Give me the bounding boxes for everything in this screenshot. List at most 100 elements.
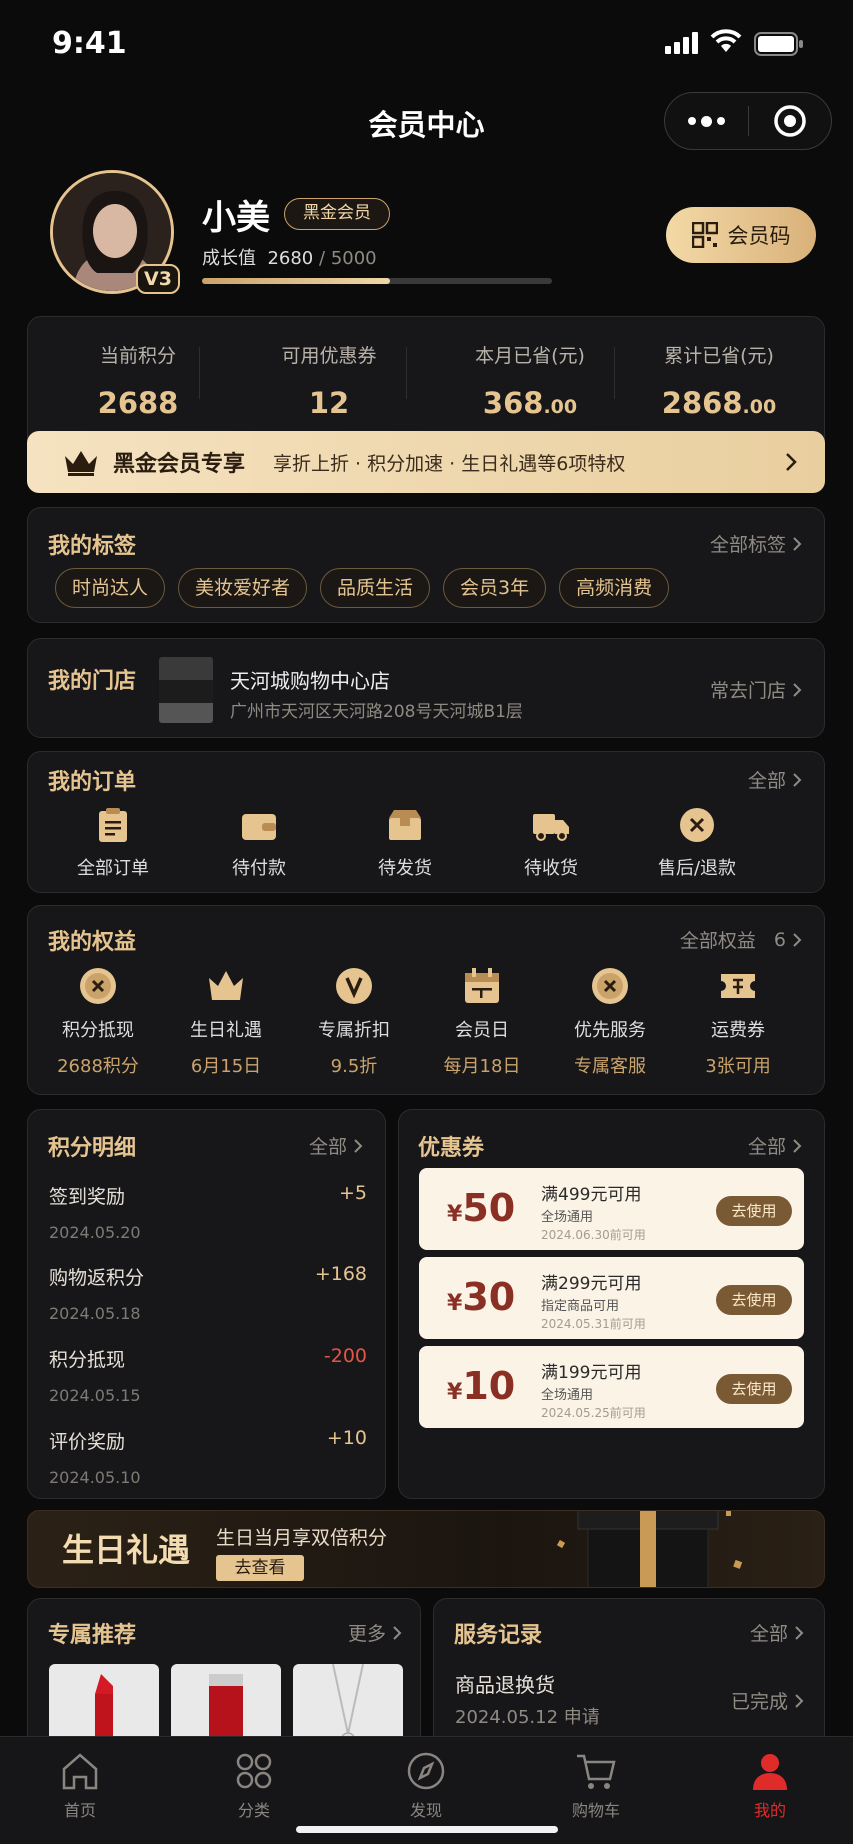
tab-mine[interactable]: 我的 bbox=[710, 1751, 830, 1821]
orders-card: 我的订单 全部 全部订单 待付款 待发货 待收货 售后/退款 bbox=[27, 751, 825, 893]
status-time: 9:41 bbox=[52, 26, 127, 61]
store-card[interactable]: 我的门店 天河城购物中心店 广州市天河区天河路208号天河城B1层 常去门店 bbox=[27, 638, 825, 738]
crown-icon bbox=[65, 451, 97, 476]
recommend-card: 专属推荐 更多 bbox=[27, 1598, 421, 1764]
right-discount[interactable]: 专属折扣 9.5折 bbox=[284, 966, 424, 1078]
right-shipping-coupon[interactable]: 运费券 3张可用 bbox=[668, 966, 808, 1078]
vip-privilege-strip[interactable]: 黑金会员专享 享折上折 · 积分加速 · 生日礼遇等6项特权 bbox=[27, 431, 825, 493]
chevron-right-icon bbox=[793, 772, 802, 787]
use-coupon-button[interactable]: 去使用 bbox=[716, 1374, 792, 1404]
vip-badge-icon bbox=[336, 968, 372, 1004]
tag-chip[interactable]: 时尚达人 bbox=[55, 568, 166, 608]
order-to-receive[interactable]: 待收货 bbox=[481, 806, 621, 880]
use-coupon-button[interactable]: 去使用 bbox=[716, 1285, 792, 1315]
order-to-ship[interactable]: 待发货 bbox=[335, 806, 475, 880]
birthday-title: 生日礼遇 bbox=[62, 1531, 191, 1569]
tag-chip[interactable]: 高频消费 bbox=[559, 568, 670, 608]
tab-cart[interactable]: 购物车 bbox=[536, 1751, 656, 1821]
service-item-title: 商品退换货 bbox=[455, 1673, 555, 1697]
stat-total-saved[interactable]: 累计已省(元) 2868.00 bbox=[624, 341, 814, 420]
frequent-store-link[interactable]: 常去门店 bbox=[710, 676, 802, 703]
right-points-cash[interactable]: 积分抵现 2688积分 bbox=[28, 966, 168, 1078]
tab-discover[interactable]: 发现 bbox=[366, 1751, 486, 1821]
stat-points[interactable]: 当前积分 2688 bbox=[43, 341, 233, 420]
chevron-right-icon bbox=[793, 1138, 802, 1153]
points-title: 积分明细 bbox=[48, 1136, 137, 1161]
all-service-link[interactable]: 全部 bbox=[750, 1619, 804, 1646]
tag-chip[interactable]: 品质生活 bbox=[320, 568, 431, 608]
points-row[interactable]: 签到奖励 2024.05.20 +5 bbox=[49, 1182, 367, 1242]
service-icon bbox=[592, 968, 628, 1004]
category-icon bbox=[236, 1753, 272, 1789]
level-badge: V3 bbox=[136, 264, 180, 294]
chevron-right-icon bbox=[793, 682, 802, 697]
order-unpaid[interactable]: 待付款 bbox=[189, 806, 329, 880]
service-title: 服务记录 bbox=[454, 1623, 543, 1648]
points-row[interactable]: 购物返积分 2024.05.18 +168 bbox=[49, 1263, 367, 1323]
birthday-desc: 生日当月享双倍积分 bbox=[216, 1527, 388, 1549]
tag-chip[interactable]: 美妆爱好者 bbox=[178, 568, 308, 608]
tab-category[interactable]: 分类 bbox=[194, 1751, 314, 1821]
box-icon bbox=[389, 810, 421, 840]
chevron-right-icon bbox=[354, 1138, 363, 1153]
all-orders-link[interactable]: 全部 bbox=[748, 766, 802, 793]
qrcode-icon bbox=[691, 222, 718, 248]
signal-icon bbox=[665, 32, 698, 54]
crown-icon bbox=[209, 971, 243, 1000]
growth-text: 成长值 2680 / 5000 bbox=[202, 248, 377, 269]
gift-box-icon bbox=[556, 1511, 743, 1587]
user-icon bbox=[753, 1754, 787, 1790]
all-rights-link[interactable]: 全部权益 6 bbox=[680, 926, 802, 953]
member-code-button[interactable]: 会员码 bbox=[666, 207, 816, 263]
refund-icon bbox=[680, 808, 714, 842]
rights-card: 我的权益 全部权益 6 积分抵现 2688积分 生日礼遇 6月15日 专属折扣 … bbox=[27, 905, 825, 1095]
right-priority-service[interactable]: 优先服务 专属客服 bbox=[540, 966, 680, 1078]
use-coupon-button[interactable]: 去使用 bbox=[716, 1196, 792, 1226]
coupons-card: 优惠券 全部 ¥50 满499元可用 全场通用 2024.06.30前可用 去使… bbox=[398, 1109, 825, 1499]
user-name: 小美 bbox=[202, 198, 270, 238]
birthday-view-button[interactable]: 去查看 bbox=[216, 1555, 304, 1581]
orders-title: 我的订单 bbox=[48, 770, 137, 795]
all-tags-link[interactable]: 全部标签 bbox=[710, 530, 802, 557]
tag-chip[interactable]: 会员3年 bbox=[443, 568, 547, 608]
ticket-icon bbox=[721, 974, 755, 998]
coupon-item: ¥10 满199元可用 全场通用 2024.05.25前可用 去使用 bbox=[419, 1346, 804, 1428]
home-indicator bbox=[296, 1826, 558, 1833]
right-birthday[interactable]: 生日礼遇 6月15日 bbox=[156, 966, 296, 1078]
points-row[interactable]: 积分抵现 2024.05.15 -200 bbox=[49, 1345, 367, 1405]
right-member-day[interactable]: 会员日 每月18日 bbox=[412, 966, 552, 1078]
close-target-icon[interactable] bbox=[749, 93, 831, 149]
order-all[interactable]: 全部订单 bbox=[43, 806, 183, 880]
more-menu-icon[interactable] bbox=[665, 93, 748, 149]
tags-card: 我的标签 全部标签 时尚达人 美妆爱好者 品质生活 会员3年 高频消费 bbox=[27, 507, 825, 623]
status-bar: 9:41 bbox=[0, 0, 853, 90]
tab-home[interactable]: 首页 bbox=[20, 1751, 140, 1821]
service-card: 服务记录 全部 商品退换货 2024.05.12 申请 已完成 bbox=[433, 1598, 825, 1758]
all-coupons-link[interactable]: 全部 bbox=[748, 1132, 802, 1159]
order-refund[interactable]: 售后/退款 bbox=[627, 806, 767, 880]
chevron-right-icon bbox=[786, 453, 797, 471]
points-card: 积分明细 全部 签到奖励 2024.05.20 +5 购物返积分 2024.05.1… bbox=[27, 1109, 386, 1499]
coupon-item: ¥50 满499元可用 全场通用 2024.06.30前可用 去使用 bbox=[419, 1168, 804, 1250]
service-item-date: 2024.05.12 申请 bbox=[455, 1707, 600, 1728]
store-title: 我的门店 bbox=[48, 669, 137, 694]
coupon-item: ¥30 满299元可用 指定商品可用 2024.05.31前可用 去使用 bbox=[419, 1257, 804, 1339]
store-address: 广州市天河区天河路208号天河城B1层 bbox=[230, 702, 523, 722]
chevron-right-icon bbox=[793, 536, 802, 551]
all-points-link[interactable]: 全部 bbox=[309, 1132, 363, 1159]
points-row[interactable]: 评价奖励 2024.05.10 +10 bbox=[49, 1427, 367, 1487]
truck-icon bbox=[533, 814, 569, 841]
home-icon bbox=[62, 1753, 98, 1790]
chevron-right-icon bbox=[795, 1625, 804, 1640]
stat-month-saved[interactable]: 本月已省(元) 368.00 bbox=[435, 341, 625, 420]
coin-icon bbox=[80, 968, 116, 1004]
calendar-icon bbox=[465, 968, 499, 1003]
tags-title: 我的标签 bbox=[48, 534, 137, 559]
store-name: 天河城购物中心店 bbox=[230, 669, 390, 693]
service-status[interactable]: 已完成 bbox=[731, 1687, 804, 1714]
compass-icon bbox=[407, 1752, 445, 1790]
stat-coupons[interactable]: 可用优惠券 12 bbox=[234, 341, 424, 420]
growth-progress-bar bbox=[202, 278, 552, 284]
more-recommend-link[interactable]: 更多 bbox=[348, 1619, 402, 1646]
birthday-banner[interactable]: 生日礼遇 生日当月享双倍积分 去查看 bbox=[27, 1510, 825, 1588]
